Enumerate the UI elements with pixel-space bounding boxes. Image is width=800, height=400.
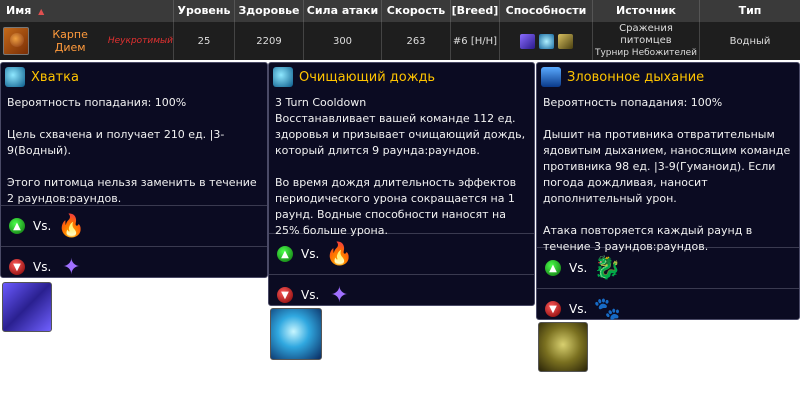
stench-breath-large-icon — [538, 322, 588, 372]
sort-asc-icon: ▲ — [38, 7, 45, 16]
fire-icon: 🔥 — [325, 241, 353, 267]
humanoid-helmet-icon — [541, 67, 561, 87]
tooltip-description: Вероятность попадания: 100% Цель схвачен… — [7, 96, 257, 205]
table-row-name-cell[interactable]: Карпе Дием Неукротимый — [0, 22, 174, 60]
paw-icon: 🐾 — [593, 296, 621, 322]
up-arrow-icon: ▲ — [9, 218, 25, 234]
col-header-power[interactable]: Сила атаки — [304, 0, 382, 22]
col-header-source[interactable]: Источник — [593, 0, 700, 22]
col-header-speed[interactable]: Скорость — [382, 0, 451, 22]
strong-vs-row: ▲ Vs. 🔥 — [269, 233, 534, 274]
source-line-1: Сражения питомцев — [619, 23, 673, 46]
pet-quality-label: Неукротимый — [107, 36, 173, 46]
vs-label: Vs. — [301, 288, 320, 302]
pet-power-cell: 300 — [304, 22, 382, 60]
col-header-breed[interactable]: [Breed] — [451, 0, 500, 22]
weak-vs-row: ▼ Vs. ✦ — [1, 246, 267, 287]
vs-label: Vs. — [569, 302, 588, 316]
strong-vs-row: ▲ Vs. 🔥 — [1, 205, 267, 246]
down-arrow-icon: ▼ — [9, 259, 25, 275]
vs-label: Vs. — [33, 219, 52, 233]
ability-grab-icon[interactable] — [519, 33, 535, 49]
ability-stench-breath-icon[interactable] — [557, 33, 573, 49]
fire-icon: 🔥 — [57, 213, 85, 239]
tooltip-description: Вероятность попадания: 100% Дышит на про… — [543, 96, 791, 253]
tooltip-description: 3 Turn Cooldown Восстанавливает вашей ко… — [275, 96, 526, 237]
col-header-name[interactable]: Имя ▲ — [0, 0, 174, 22]
water-swirl-icon — [273, 67, 293, 87]
pet-speed-cell: 263 — [382, 22, 451, 60]
cleansing-rain-large-icon — [270, 308, 322, 360]
source-line-2: Турнир Небожителей — [594, 48, 698, 58]
col-header-abilities[interactable]: Способности — [500, 0, 593, 22]
water-swirl-icon — [5, 67, 25, 87]
tooltip-title: Хватка — [31, 69, 79, 85]
magic-star-icon: ✦ — [62, 254, 81, 280]
pet-breed-cell: #6 [H/H] — [451, 22, 500, 60]
pet-name-link[interactable]: Карпе Дием — [37, 28, 102, 54]
down-arrow-icon: ▼ — [277, 287, 293, 303]
up-arrow-icon: ▲ — [545, 260, 561, 276]
magic-star-icon: ✦ — [330, 282, 349, 308]
tooltip-title: Очищающий дождь — [299, 69, 436, 85]
vs-label: Vs. — [569, 261, 588, 275]
pet-source-cell: Сражения питомцев Турнир Небожителей — [593, 22, 700, 60]
up-arrow-icon: ▲ — [277, 246, 293, 262]
col-header-health[interactable]: Здоровье — [235, 0, 304, 22]
vs-label: Vs. — [301, 247, 320, 261]
ability-tooltip-cleansing-rain: Очищающий дождь 3 Turn Cooldown Восстана… — [268, 62, 535, 308]
dragon-icon: 🐉 — [593, 255, 621, 281]
tooltip-title: Зловонное дыхание — [567, 69, 705, 85]
ability-cleansing-rain-icon[interactable] — [538, 33, 554, 49]
col-header-name-label: Имя — [6, 4, 32, 17]
col-header-type[interactable]: Тип — [700, 0, 800, 22]
ability-tooltip-stench-breath: Зловонное дыхание Вероятность попадания:… — [536, 62, 800, 322]
pet-type-cell: Водный — [700, 22, 800, 60]
pet-abilities-cell — [500, 22, 593, 60]
col-header-level[interactable]: Уровень — [174, 0, 235, 22]
down-arrow-icon: ▼ — [545, 301, 561, 317]
vs-label: Vs. — [33, 260, 52, 274]
ability-tooltip-grab: Хватка Вероятность попадания: 100% Цель … — [0, 62, 268, 280]
pet-health-cell: 2209 — [235, 22, 304, 60]
grab-ability-large-icon — [2, 282, 52, 332]
pet-level-cell: 25 — [174, 22, 235, 60]
pet-portrait-icon — [3, 27, 30, 55]
